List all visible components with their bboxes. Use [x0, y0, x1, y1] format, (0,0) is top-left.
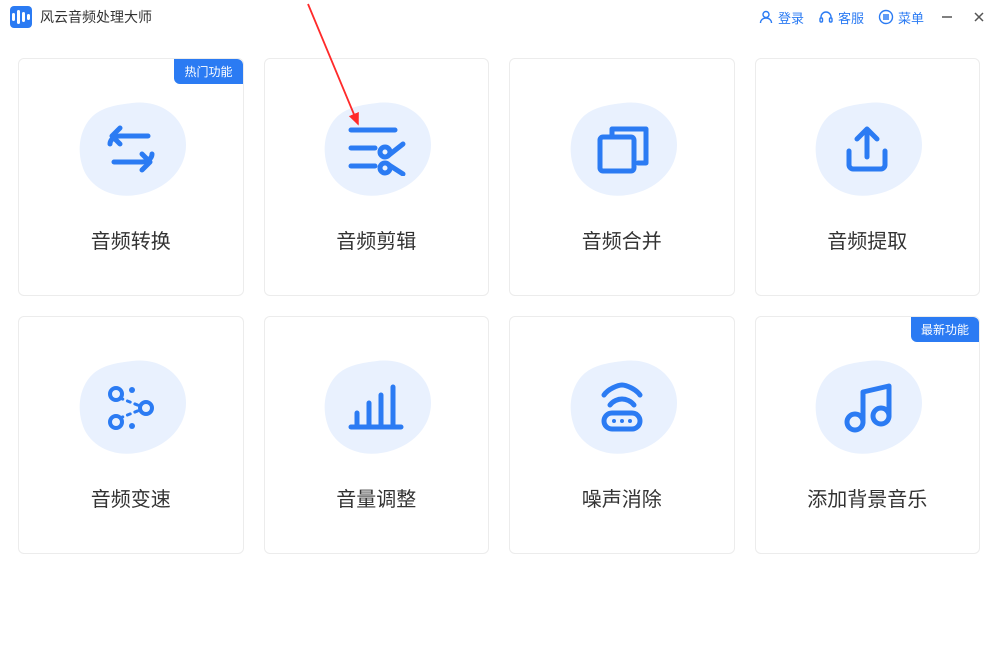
card-label: 音频剪辑	[336, 225, 416, 254]
card-label: 音频变速	[91, 483, 171, 512]
speed-icon	[76, 359, 186, 455]
card-audio-merge[interactable]: 音频合并	[509, 58, 735, 296]
menu-label: 菜单	[898, 8, 924, 27]
merge-icon	[567, 101, 677, 197]
app-title: 风云音频处理大师	[40, 7, 152, 27]
card-label: 噪声消除	[582, 483, 662, 512]
menu-button[interactable]: 菜单	[878, 8, 924, 27]
cut-icon	[321, 101, 431, 197]
card-label: 音频转换	[91, 225, 171, 254]
login-label: 登录	[778, 8, 804, 27]
close-button[interactable]	[970, 8, 988, 26]
card-label: 音频提取	[827, 225, 907, 254]
card-add-bg-music[interactable]: 最新功能 添加背景音乐	[755, 316, 981, 554]
app-logo	[10, 6, 32, 28]
card-label: 音频合并	[582, 225, 662, 254]
titlebar: 风云音频处理大师 登录 客服	[0, 0, 998, 34]
card-label: 音量调整	[336, 483, 416, 512]
service-button[interactable]: 客服	[818, 8, 864, 27]
headset-icon	[818, 9, 834, 25]
volume-icon	[321, 359, 431, 455]
login-button[interactable]: 登录	[758, 8, 804, 27]
service-label: 客服	[838, 8, 864, 27]
card-label: 添加背景音乐	[807, 483, 927, 512]
card-audio-extract[interactable]: 音频提取	[755, 58, 981, 296]
minimize-button[interactable]	[938, 8, 956, 26]
card-audio-clip[interactable]: 音频剪辑	[264, 58, 490, 296]
music-icon	[812, 359, 922, 455]
function-grid: 热门功能 音频转换	[0, 34, 998, 578]
card-audio-convert[interactable]: 热门功能 音频转换	[18, 58, 244, 296]
menu-icon	[878, 9, 894, 25]
card-noise-remove[interactable]: 噪声消除	[509, 316, 735, 554]
badge-new: 最新功能	[911, 317, 979, 342]
swap-icon	[76, 101, 186, 197]
card-audio-speed[interactable]: 音频变速	[18, 316, 244, 554]
badge-hot: 热门功能	[174, 59, 242, 84]
extract-icon	[812, 101, 922, 197]
card-volume-adjust[interactable]: 音量调整	[264, 316, 490, 554]
user-icon	[758, 9, 774, 25]
denoise-icon	[567, 359, 677, 455]
